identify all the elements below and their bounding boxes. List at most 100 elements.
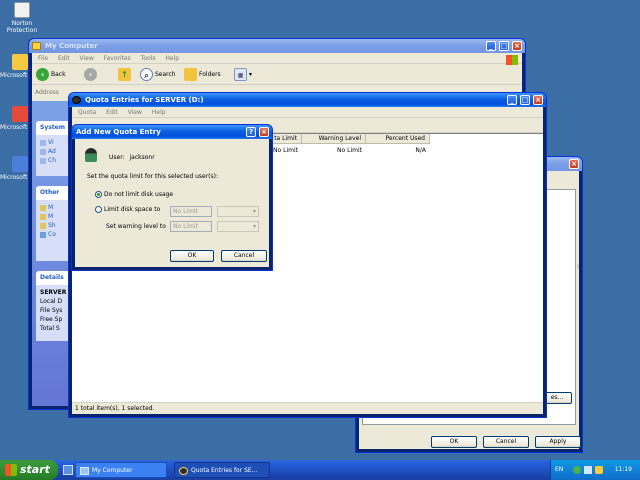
system-tasks-title[interactable]: System [36, 121, 72, 135]
desktop-icon-norton[interactable]: Norton Protection [2, 2, 42, 34]
clock[interactable]: 11:19 [615, 460, 632, 480]
close-icon[interactable]: × [569, 159, 579, 169]
computer-icon [80, 467, 89, 475]
cancel-button[interactable]: Cancel [221, 250, 267, 262]
other-place-item[interactable]: Co [40, 230, 70, 239]
other-places-list: M M Sh Co [36, 200, 72, 241]
warning-unit-select[interactable]: ▾ [217, 221, 259, 232]
other-place-item[interactable]: M [40, 203, 70, 212]
folders-button[interactable]: Folders [184, 67, 221, 82]
limit-option[interactable]: Limit disk space to [95, 206, 160, 213]
desktop-icon-label: Microsoft Office [0, 174, 30, 181]
chevron-down-icon: ▾ [252, 223, 256, 230]
details-line: Local D [40, 298, 63, 305]
tray-icon[interactable] [584, 466, 592, 474]
folder-icon [40, 204, 46, 211]
add-quota-dialog[interactable]: Add New Quota Entry ? × User: jacksonr S… [71, 124, 273, 271]
ok-button[interactable]: OK [170, 250, 214, 262]
task-icon [40, 157, 46, 164]
close-icon[interactable]: × [533, 95, 543, 105]
start-label: start [20, 463, 50, 476]
column-header-percent[interactable]: Percent Used [366, 134, 430, 144]
details-line: Free Sp [40, 316, 63, 323]
help-icon[interactable]: ? [246, 127, 256, 137]
search-label: Search [155, 71, 176, 78]
forward-button[interactable]: › [84, 67, 99, 82]
window-title: My Computer [45, 42, 98, 50]
menu-quota[interactable]: Quota [78, 109, 96, 116]
menu-file[interactable]: File [38, 55, 48, 62]
menu-view[interactable]: View [128, 109, 142, 116]
chevron-down-icon: ▾ [249, 71, 253, 78]
user-label: User: [109, 154, 125, 161]
limit-unit-select[interactable]: ▾ [217, 206, 259, 217]
ok-button[interactable]: OK [431, 436, 477, 448]
apply-button[interactable]: Apply [535, 436, 581, 448]
quota-titlebar[interactable]: Quota Entries for SERVER (D:) [69, 93, 546, 107]
system-task-item[interactable]: Ch [40, 156, 70, 165]
desktop-icon-label: Norton Protection [6, 20, 38, 34]
menu-edit[interactable]: Edit [58, 55, 70, 62]
close-icon[interactable]: × [259, 127, 269, 137]
maximize-icon[interactable]: □ [499, 41, 509, 51]
folder-icon [40, 213, 46, 220]
quick-launch-icon[interactable] [63, 465, 73, 475]
system-task-item[interactable]: Ad [40, 147, 70, 156]
back-button[interactable]: ‹ Back [36, 67, 66, 82]
menu-help[interactable]: Help [165, 55, 179, 62]
limit-value-field[interactable]: No Limit [170, 206, 212, 217]
cell-percent: N/A [415, 147, 426, 154]
menu-view[interactable]: View [80, 55, 94, 62]
taskbar-item-quota[interactable]: Quota Entries for SE... [174, 462, 270, 478]
column-header-warning[interactable]: Warning Level [302, 134, 366, 144]
column-header-limit[interactable]: ta Limit [268, 134, 302, 144]
menu-favorites[interactable]: Favorites [104, 55, 131, 62]
cell-limit: No Limit [273, 147, 298, 154]
tray-icon[interactable] [573, 466, 581, 474]
menu-bar: File Edit View Favorites Tools Help [32, 53, 522, 64]
folder-icon [40, 222, 46, 229]
dialog-titlebar[interactable]: Add New Quota Entry [72, 125, 272, 139]
cell-warning: No Limit [337, 147, 362, 154]
menu-bar: Quota Edit View Help [72, 107, 543, 118]
views-icon: ▦ [234, 68, 247, 81]
toolbar: ‹ Back › ↑ ⌕ Search Folders ▦ ▾ [32, 64, 522, 85]
tray-icon[interactable] [595, 466, 603, 474]
details-title[interactable]: Details [36, 271, 72, 285]
language-indicator[interactable]: EN [555, 460, 563, 480]
search-icon: ⌕ [140, 68, 153, 81]
system-task-item[interactable]: Vi [40, 138, 70, 147]
window-title: Quota Entries for SERVER (D:) [85, 96, 204, 104]
radio-no-limit[interactable] [95, 191, 102, 198]
back-arrow-icon: ‹ [36, 68, 49, 81]
close-icon[interactable]: × [512, 41, 522, 51]
no-limit-option[interactable]: Do not limit disk usage [95, 191, 173, 198]
instruction-text: Set the quota limit for this selected us… [87, 173, 219, 180]
minimize-icon[interactable]: _ [507, 95, 517, 105]
back-label: Back [51, 71, 66, 78]
menu-tools[interactable]: Tools [141, 55, 156, 62]
search-button[interactable]: ⌕ Search [140, 67, 176, 82]
other-place-item[interactable]: Sh [40, 221, 70, 230]
maximize-icon[interactable]: □ [520, 95, 530, 105]
task-icon [40, 139, 46, 146]
radio-limit[interactable] [95, 206, 102, 213]
my-computer-titlebar[interactable]: My Computer [29, 39, 525, 53]
warning-value-field[interactable]: No Limit [170, 221, 212, 232]
task-icon [40, 148, 46, 155]
system-tasks-pane: System Vi Ad Ch [36, 121, 72, 176]
menu-edit[interactable]: Edit [106, 109, 118, 116]
views-button[interactable]: ▦ ▾ [234, 67, 252, 82]
details-line: File Sys [40, 307, 63, 314]
up-folder-button[interactable]: ↑ [118, 67, 133, 82]
other-places-title[interactable]: Other [36, 186, 72, 200]
menu-help[interactable]: Help [152, 109, 166, 116]
cancel-button[interactable]: Cancel [483, 436, 529, 448]
start-button[interactable]: start [0, 460, 58, 480]
folders-label: Folders [199, 71, 221, 78]
desktop-icon-label: Microsoft Office [0, 124, 30, 131]
windows-flag-icon [5, 464, 17, 476]
other-place-item[interactable]: M [40, 212, 70, 221]
minimize-icon[interactable]: _ [486, 41, 496, 51]
taskbar-item-my-computer[interactable]: My Computer [75, 462, 167, 478]
